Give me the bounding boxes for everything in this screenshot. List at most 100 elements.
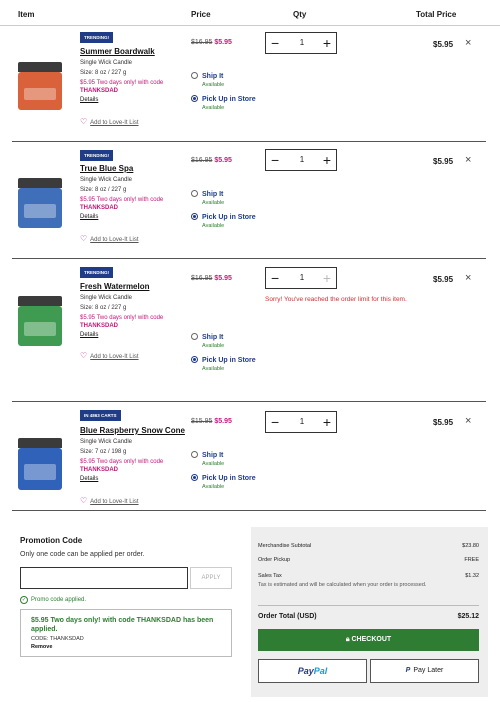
price: $16.95 $5.95	[191, 39, 232, 46]
qty-plus-button[interactable]: +	[323, 33, 331, 53]
ship-it-option[interactable]: Ship It Available	[191, 451, 224, 467]
applied-promo-code: CODE: THANKSDAD	[31, 636, 84, 642]
radio-icon	[191, 451, 198, 458]
original-price: $16.95	[191, 275, 213, 282]
checkout-button[interactable]: 🔒︎ CHECKOUT	[258, 629, 479, 651]
product-size: Size: 8 oz / 227 g	[80, 187, 127, 193]
love-it-link[interactable]: ♡ Add to Love-It List	[80, 234, 139, 243]
remove-icon[interactable]: ×	[465, 415, 471, 427]
product-image[interactable]	[18, 438, 62, 490]
ship-it-option[interactable]: Ship It Available	[191, 333, 224, 349]
promo-code: THANKSDAD	[80, 323, 118, 329]
price: $16.95 $5.95	[191, 157, 232, 164]
order-total-value: $25.12	[457, 613, 479, 620]
details-link[interactable]: Details	[80, 476, 98, 482]
apply-button[interactable]: APPLY	[190, 567, 232, 589]
cart-row: IN 4863 CARTS Blue Raspberry Snow Cone S…	[12, 402, 486, 511]
qty-minus-button[interactable]: −	[271, 268, 279, 288]
product-name[interactable]: True Blue Spa	[80, 164, 133, 173]
remove-icon[interactable]: ×	[465, 154, 471, 166]
trending-badge: TRENDING!	[80, 150, 113, 161]
qty-plus-button-disabled: +	[322, 270, 331, 286]
details-link[interactable]: Details	[80, 332, 98, 338]
love-it-link[interactable]: ♡ Add to Love-It List	[80, 351, 139, 360]
heart-icon: ♡	[80, 234, 88, 243]
product-size: Size: 7 oz / 198 g	[80, 449, 127, 455]
product-image[interactable]	[18, 62, 62, 110]
remove-icon[interactable]: ×	[465, 272, 471, 284]
details-link[interactable]: Details	[80, 214, 98, 220]
pickup-value: FREE	[464, 557, 479, 563]
sale-price: $5.95	[214, 39, 232, 46]
ship-it-option[interactable]: Ship It Available	[191, 190, 224, 206]
order-summary: Merchandise Subtotal $23.80 Order Pickup…	[251, 527, 488, 697]
promo-text: $5.95 Two days only! with code	[80, 80, 164, 86]
price: $16.95 $5.95	[191, 275, 232, 282]
qty-value[interactable]: 1	[294, 33, 310, 53]
original-price: $16.95	[191, 39, 213, 46]
sale-price: $5.95	[214, 275, 232, 282]
pick-up-option[interactable]: Pick Up in Store Available	[191, 474, 256, 490]
radio-icon	[191, 333, 198, 340]
qty-plus-button[interactable]: +	[323, 412, 331, 432]
qty-value[interactable]: 1	[294, 150, 310, 170]
applied-promo-desc: $5.95 Two days only! with code THANKSDAD…	[31, 617, 214, 633]
paypal-button[interactable]: PayPal	[258, 659, 367, 683]
quantity-stepper: − 1 +	[265, 149, 337, 171]
quantity-stepper: − 1 +	[265, 411, 337, 433]
qty-value[interactable]: 1	[294, 412, 310, 432]
product-name[interactable]: Fresh Watermelon	[80, 282, 150, 291]
promo-code-input[interactable]	[20, 567, 188, 589]
price: $15.95 $5.95	[191, 418, 232, 425]
line-total: $5.95	[433, 157, 454, 166]
applied-promo-box: $5.95 Two days only! with code THANKSDAD…	[20, 609, 232, 657]
quantity-stepper: − 1 +	[265, 267, 337, 289]
cart-table-header: Item Price Qty Total Price	[0, 0, 500, 26]
product-name[interactable]: Blue Raspberry Snow Cone	[80, 426, 185, 435]
ship-it-option[interactable]: Ship It Available	[191, 72, 224, 88]
product-type: Single Wick Candle	[80, 439, 133, 445]
promo-code: THANKSDAD	[80, 88, 118, 94]
summary-divider	[258, 605, 479, 606]
product-image[interactable]	[18, 178, 62, 228]
promo-applied-status: ✓ Promo code applied.	[20, 596, 87, 604]
remove-icon[interactable]: ×	[465, 37, 471, 49]
product-size: Size: 8 oz / 227 g	[80, 305, 127, 311]
product-image[interactable]	[18, 296, 62, 346]
promo-code: THANKSDAD	[80, 205, 118, 211]
trending-badge: TRENDING!	[80, 267, 113, 278]
remove-promo-link[interactable]: Remove	[31, 644, 221, 650]
trending-badge: IN 4863 CARTS	[80, 410, 121, 421]
promo-section-title: Promotion Code	[20, 536, 83, 545]
radio-selected-icon	[191, 474, 198, 481]
promo-text: $5.95 Two days only! with code	[80, 197, 164, 203]
line-total: $5.95	[433, 418, 454, 427]
radio-selected-icon	[191, 213, 198, 220]
paypal-icon: P	[405, 667, 411, 674]
love-it-link[interactable]: ♡ Add to Love-It List	[80, 117, 139, 126]
tax-label: Sales Tax	[258, 573, 282, 579]
promo-code: THANKSDAD	[80, 467, 118, 473]
product-name[interactable]: Summer Boardwalk	[80, 47, 155, 56]
cart-row: TRENDING! True Blue Spa Single Wick Cand…	[12, 142, 486, 259]
header-total: Total Price	[416, 10, 457, 19]
qty-value[interactable]: 1	[294, 268, 310, 288]
qty-minus-button[interactable]: −	[271, 412, 279, 432]
pick-up-option[interactable]: Pick Up in Store Available	[191, 356, 256, 372]
qty-plus-button[interactable]: +	[323, 150, 331, 170]
qty-minus-button[interactable]: −	[271, 150, 279, 170]
pick-up-option[interactable]: Pick Up in Store Available	[191, 213, 256, 229]
love-it-link[interactable]: ♡ Add to Love-It List	[80, 496, 139, 505]
sale-price: $5.95	[214, 157, 232, 164]
order-limit-message: Sorry! You've reached the order limit fo…	[265, 296, 407, 303]
subtotal-value: $23.80	[462, 543, 479, 549]
qty-minus-button[interactable]: −	[271, 33, 279, 53]
check-circle-icon: ✓	[20, 596, 28, 604]
trending-badge: TRENDING!	[80, 32, 113, 43]
pay-later-button[interactable]: P Pay Later	[370, 659, 479, 683]
radio-icon	[191, 72, 198, 79]
original-price: $16.95	[191, 157, 213, 164]
pick-up-option[interactable]: Pick Up in Store Available	[191, 95, 256, 111]
details-link[interactable]: Details	[80, 97, 98, 103]
promo-note: Only one code can be applied per order.	[20, 551, 145, 558]
